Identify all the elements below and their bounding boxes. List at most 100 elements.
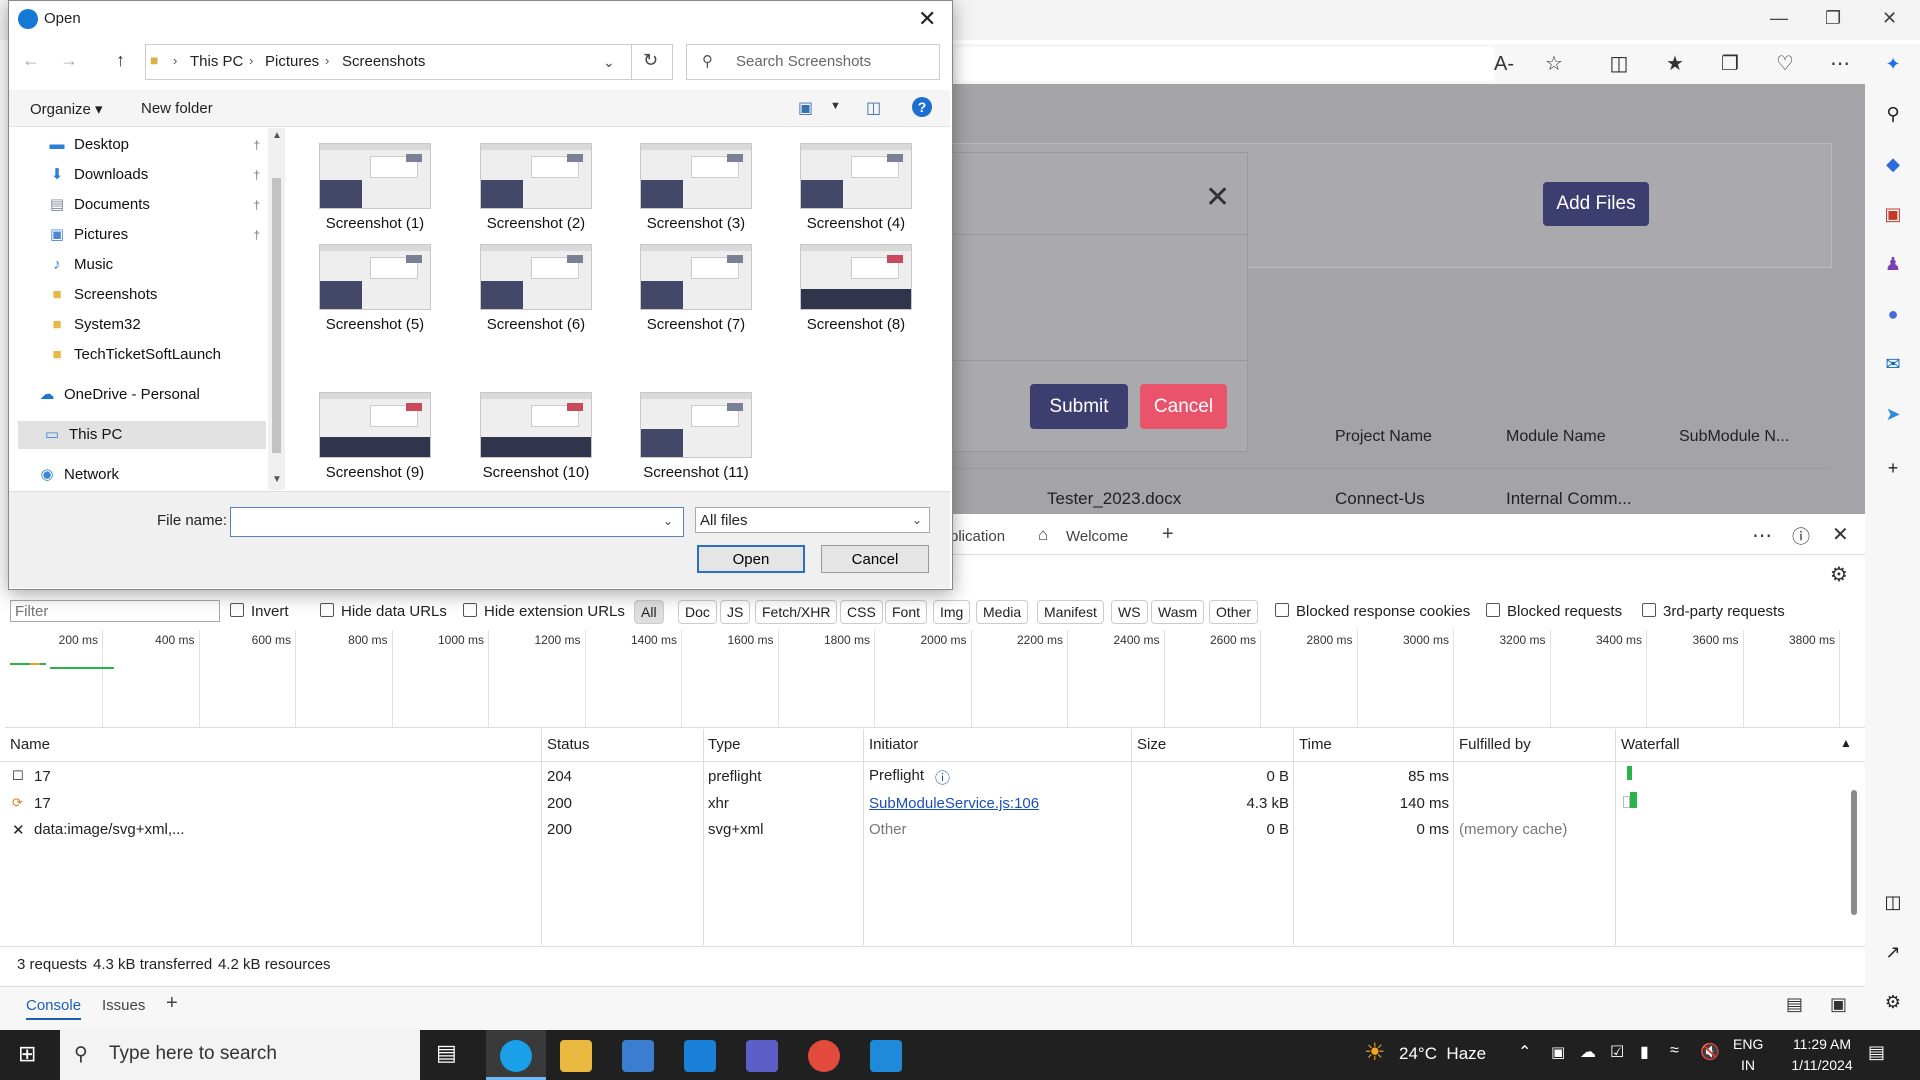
up-arrow-icon[interactable]: ↑ (116, 50, 125, 71)
organize-button[interactable]: Organize ▾ (30, 100, 103, 118)
search-icon[interactable]: ⚲ (1881, 102, 1905, 126)
dialog-close-icon[interactable]: ✕ (918, 6, 936, 32)
invert-checkbox[interactable]: Invert (230, 603, 289, 620)
games-icon[interactable]: ♟ (1881, 252, 1905, 276)
wifi-icon[interactable]: ≈ (1670, 1042, 1679, 1060)
nav-item-screenshots[interactable]: ■ Screenshots (18, 281, 266, 309)
quick-view-icon[interactable]: ▤ (1786, 994, 1803, 1015)
send-icon[interactable]: ➤ (1881, 402, 1905, 426)
security-icon[interactable]: ☑ (1610, 1042, 1624, 1062)
add-drawer-tab-icon[interactable]: + (166, 992, 178, 1015)
file-thumbnail[interactable] (640, 143, 752, 209)
file-name[interactable]: Screenshot (8) (781, 316, 931, 333)
scroll-down-icon[interactable]: ▼ (272, 474, 282, 485)
language-code[interactable]: ENG (1733, 1036, 1763, 1052)
file-name[interactable]: Screenshot (9) (300, 464, 450, 481)
filter-doc[interactable]: Doc (678, 600, 717, 624)
back-arrow-icon[interactable]: ← (22, 50, 40, 71)
file-thumbnail[interactable] (480, 392, 592, 458)
file-name[interactable]: Screenshot (3) (621, 215, 771, 232)
modal-close-icon[interactable]: ✕ (1205, 180, 1230, 215)
modal-cancel-button[interactable]: Cancel (1140, 384, 1227, 429)
scroll-up-icon[interactable]: ▲ (272, 130, 282, 141)
tab-welcome[interactable]: Welcome (1066, 528, 1128, 545)
microsoft-store-icon[interactable] (622, 1040, 654, 1072)
outlook-icon[interactable]: ✉ (1881, 352, 1905, 376)
file-type-dropdown-icon[interactable]: ⌄ (912, 513, 922, 527)
file-name-dropdown-icon[interactable]: ⌄ (663, 514, 673, 528)
chevron-down-icon[interactable]: ⌄ (603, 54, 615, 71)
clock-date[interactable]: 1/11/2024 (1782, 1057, 1862, 1073)
volume-mute-icon[interactable]: 🔇 (1700, 1042, 1720, 1062)
file-thumbnail[interactable] (480, 143, 592, 209)
file-thumbnail[interactable] (319, 392, 431, 458)
blocked-cookies-checkbox[interactable]: Blocked response cookies (1275, 603, 1470, 620)
new-folder-button[interactable]: New folder (141, 100, 213, 117)
microsoft-365-icon[interactable]: ● (1881, 302, 1905, 326)
filter-wasm[interactable]: Wasm (1151, 600, 1205, 624)
windows-start-icon[interactable]: ⊞ (18, 1041, 36, 1067)
mail-icon[interactable] (684, 1040, 716, 1072)
column-time[interactable]: Time (1299, 736, 1332, 753)
external-link-icon[interactable]: ↗ (1881, 940, 1905, 964)
dialog-cancel-button[interactable]: Cancel (821, 545, 929, 573)
collections-icon[interactable]: ❐ (1718, 52, 1742, 76)
file-thumbnail[interactable] (640, 244, 752, 310)
column-initiator[interactable]: Initiator (869, 736, 918, 753)
column-size[interactable]: Size (1137, 736, 1166, 753)
blocked-requests-checkbox[interactable]: Blocked requests (1486, 603, 1622, 620)
nav-item-pictures[interactable]: ▣ Pictures † (18, 221, 266, 249)
nav-item-downloads[interactable]: ⬇ Downloads † (18, 161, 266, 189)
filter-media[interactable]: Media (976, 600, 1029, 624)
restore-icon[interactable]: ❐ (1825, 8, 1841, 29)
add-files-button[interactable]: Add Files (1543, 182, 1649, 226)
address-bar[interactable] (955, 47, 1495, 81)
filter-ws[interactable]: WS (1111, 600, 1148, 624)
file-explorer-icon[interactable] (560, 1040, 592, 1072)
file-name[interactable]: Screenshot (7) (621, 316, 771, 333)
close-window-icon[interactable]: ✕ (1882, 8, 1897, 29)
file-name[interactable]: Screenshot (4) (781, 215, 931, 232)
split-screen-icon[interactable]: ◫ (1607, 52, 1631, 76)
submit-button[interactable]: Submit (1030, 384, 1128, 429)
table-scrollbar[interactable] (1851, 790, 1857, 915)
dock-icon[interactable]: ▣ (1830, 994, 1847, 1015)
nav-item-system32[interactable]: ■ System32 (18, 311, 266, 339)
info-icon[interactable]: ⓘ (935, 767, 950, 788)
tab-application[interactable]: plication (950, 528, 1005, 545)
file-name[interactable]: Screenshot (6) (461, 316, 611, 333)
add-icon[interactable]: + (1881, 456, 1905, 480)
column-fulfilled-by[interactable]: Fulfilled by (1459, 736, 1531, 753)
third-party-checkbox[interactable]: 3rd-party requests (1642, 603, 1785, 620)
favorite-star-icon[interactable]: ☆ (1542, 52, 1566, 76)
chrome-icon[interactable] (808, 1040, 840, 1072)
favorites-icon[interactable]: ★ (1663, 52, 1687, 76)
nav-item-network[interactable]: ◉ Network (18, 461, 266, 489)
hide-extension-urls-checkbox[interactable]: Hide extension URLs (463, 603, 625, 620)
more-options-icon[interactable]: ⋯ (1828, 52, 1852, 76)
help-icon[interactable]: ? (912, 97, 932, 117)
filter-all[interactable]: All (634, 600, 664, 624)
cloud-sync-icon[interactable]: ☁ (1580, 1042, 1596, 1062)
view-dropdown-icon[interactable]: ▼ (830, 100, 841, 112)
nav-item-onedrive-personal[interactable]: ☁ OneDrive - Personal (18, 381, 266, 409)
nav-item-documents[interactable]: ▤ Documents † (18, 191, 266, 219)
file-name[interactable]: Screenshot (10) (461, 464, 611, 481)
file-thumbnail[interactable] (319, 143, 431, 209)
file-thumbnail[interactable] (800, 244, 912, 310)
task-view-icon[interactable]: ▤ (436, 1040, 457, 1066)
column-type[interactable]: Type (708, 736, 741, 753)
sidebar-toggle-icon[interactable]: ◫ (1881, 890, 1905, 914)
column-name[interactable]: Name (10, 736, 50, 753)
breadcrumb-screenshots[interactable]: Screenshots (342, 53, 425, 70)
filter-other[interactable]: Other (1209, 600, 1259, 624)
vscode-icon[interactable] (870, 1040, 902, 1072)
nav-item-this-pc[interactable]: ▭ This PC (18, 421, 266, 449)
filter-font[interactable]: Font (885, 600, 928, 624)
nav-item-desktop[interactable]: ▬ Desktop † (18, 131, 266, 159)
file-thumbnail[interactable] (640, 392, 752, 458)
open-button[interactable]: Open (697, 545, 805, 573)
weather-text[interactable]: 24°C Haze (1399, 1044, 1486, 1064)
devtools-more-icon[interactable]: ⋯ (1752, 523, 1772, 548)
filter-fetch-xhr[interactable]: Fetch/XHR (755, 600, 838, 624)
